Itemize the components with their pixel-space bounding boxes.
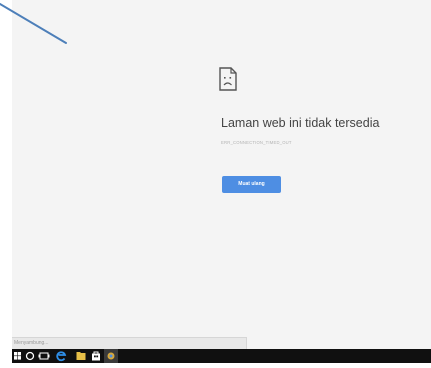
search-icon[interactable]: [23, 349, 37, 363]
taskbar: [12, 349, 431, 363]
file-explorer-icon[interactable]: [74, 349, 88, 363]
store-icon[interactable]: [89, 349, 103, 363]
chrome-icon[interactable]: [104, 349, 118, 363]
error-code: ERR_CONNECTION_TIMED_OUT: [221, 140, 292, 145]
status-text: Menyambung...: [14, 340, 49, 346]
windows-start-icon[interactable]: [12, 349, 23, 363]
task-view-icon[interactable]: [37, 349, 51, 363]
sad-page-icon: [218, 67, 238, 91]
browser-viewport: Laman web ini tidak tersedia ERR_CONNECT…: [12, 0, 431, 349]
edge-browser-icon[interactable]: [54, 349, 68, 363]
status-bar: Menyambung...: [12, 337, 247, 349]
reload-button[interactable]: Muat ulang: [222, 176, 281, 193]
error-title: Laman web ini tidak tersedia: [221, 116, 380, 130]
pen-stroke-annotation: [0, 3, 67, 44]
